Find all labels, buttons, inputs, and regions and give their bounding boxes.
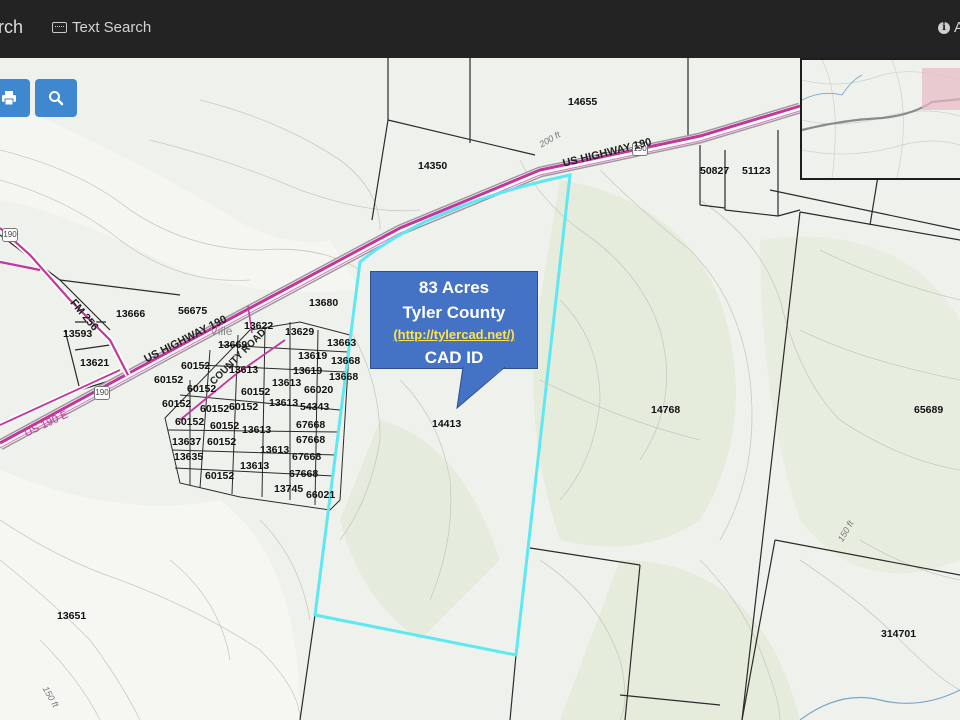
parcel-label[interactable]: 13629 [285, 326, 314, 338]
parcel-label[interactable]: 60152 [210, 420, 239, 432]
parcel-label[interactable]: 13680 [309, 297, 338, 309]
parcel-label[interactable]: 60152 [154, 374, 183, 386]
town-label: Ville [210, 324, 233, 338]
parcel-label[interactable]: 13613 [272, 377, 301, 389]
parcel-label[interactable]: 60152 [205, 470, 234, 482]
parcel-label[interactable]: 67668 [296, 434, 325, 446]
highway-shield: 190 [94, 386, 110, 400]
parcel-label[interactable]: 56675 [178, 305, 207, 317]
parcel-label[interactable]: 13619 [293, 365, 322, 377]
parcel-label[interactable]: 65689 [914, 404, 943, 416]
parcel-label[interactable]: 60152 [200, 403, 229, 415]
parcel-label[interactable]: 13613 [242, 424, 271, 436]
callout-pointer [456, 366, 506, 410]
keyboard-icon [52, 22, 67, 33]
parcel-label[interactable]: 60152 [181, 360, 210, 372]
parcel-label[interactable]: 14413 [432, 418, 461, 430]
parcel-label[interactable]: 13621 [80, 357, 109, 369]
overview-inset-map[interactable] [800, 58, 960, 180]
parcel-label[interactable]: 66021 [306, 489, 335, 501]
parcel-label[interactable]: 14655 [568, 96, 597, 108]
parcel-label[interactable]: 67668 [292, 451, 321, 463]
parcel-label[interactable]: 13619 [298, 350, 327, 362]
parcel-label[interactable]: 60152 [175, 416, 204, 428]
parcel-label[interactable]: 67668 [289, 468, 318, 480]
inset-map-graphic [802, 60, 960, 178]
top-navbar: rch Text Search i A [0, 0, 960, 58]
parcel-label[interactable]: 60152 [229, 401, 258, 413]
parcel-label[interactable]: 14350 [418, 160, 447, 172]
callout-cad-link[interactable]: (http://tylercad.net/) [371, 325, 537, 345]
parcel-label[interactable]: 13666 [116, 308, 145, 320]
parcel-label[interactable]: 54343 [300, 401, 329, 413]
parcel-label[interactable]: 13668 [331, 355, 360, 367]
parcel-label[interactable]: 13669 [218, 339, 247, 351]
parcel-label[interactable]: 13651 [57, 610, 86, 622]
print-icon [2, 91, 16, 106]
about-label: A [954, 19, 960, 36]
parcel-label[interactable]: 13613 [260, 444, 289, 456]
parcel-label[interactable]: 51123 [742, 165, 771, 177]
about-link[interactable]: i A [938, 19, 960, 36]
parcel-label[interactable]: 60152 [162, 398, 191, 410]
parcel-label[interactable]: 60152 [241, 386, 270, 398]
parcel-label[interactable]: 314701 [881, 628, 916, 640]
parcel-callout: 83 Acres Tyler County (http://tylercad.n… [370, 271, 538, 369]
parcel-label[interactable]: 13593 [63, 328, 92, 340]
parcel-label[interactable]: 13663 [327, 337, 356, 349]
parcel-label[interactable]: 13622 [244, 320, 273, 332]
parcel-label[interactable]: 60152 [207, 436, 236, 448]
parcel-label[interactable]: 66020 [304, 384, 333, 396]
highway-shield: 190 [2, 228, 18, 242]
zoom-search-button[interactable] [35, 79, 77, 117]
text-search-link[interactable]: Text Search [52, 19, 151, 36]
parcel-label[interactable]: 13635 [174, 451, 203, 463]
print-button[interactable] [0, 79, 30, 117]
text-search-label: Text Search [72, 19, 152, 36]
parcel-label[interactable]: 50827 [700, 165, 729, 177]
parcel-label[interactable]: 13613 [269, 397, 298, 409]
parcel-label[interactable]: 13745 [274, 483, 303, 495]
parcel-label[interactable]: 13668 [329, 371, 358, 383]
parcel-label[interactable]: 13637 [172, 436, 201, 448]
parcel-label[interactable]: 14768 [651, 404, 680, 416]
parcel-label[interactable]: 13613 [229, 364, 258, 376]
parcel-label[interactable]: 67668 [296, 419, 325, 431]
info-icon: i [938, 21, 950, 34]
search-icon [49, 91, 64, 106]
parcel-label[interactable]: 13613 [240, 460, 269, 472]
parcel-label[interactable]: 60152 [187, 383, 216, 395]
callout-acres: 83 Acres [418, 278, 490, 297]
callout-county: Tyler County [402, 303, 506, 322]
app-brand-title[interactable]: rch [0, 17, 23, 38]
